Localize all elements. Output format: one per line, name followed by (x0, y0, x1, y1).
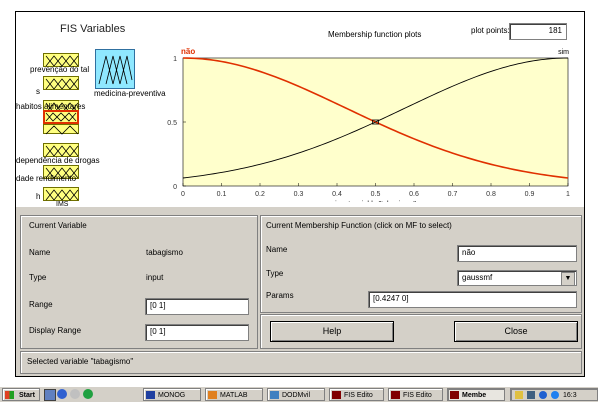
variable-type-value: input (146, 273, 164, 282)
mf-type-label: Type (266, 269, 284, 278)
fis-variables-title: FIS Variables (60, 23, 126, 35)
fis-editor-icon (391, 391, 400, 399)
help-button[interactable]: Help (270, 321, 394, 342)
x-tick-label: 0 (181, 191, 185, 198)
taskbar-item-1[interactable]: MONOG (143, 388, 201, 401)
mf-name-label: Name (266, 245, 288, 254)
start-label: Start (19, 392, 35, 399)
display-range-label: Display Range (29, 326, 82, 335)
input-variable-box-5[interactable] (43, 124, 79, 135)
tray-icon-3[interactable] (539, 391, 547, 399)
taskbar-item-2[interactable]: MATLAB (205, 388, 263, 401)
current-variable-panel: Current Variable Name tabagismo Type inp… (20, 215, 258, 349)
input-variable-label-6: dade rendimento (16, 174, 77, 183)
x-tick-label: 0.8 (486, 191, 496, 198)
quicklaunch-outlook-icon[interactable] (70, 389, 80, 399)
plot-points-input[interactable]: 181 (509, 23, 567, 40)
membership-function-editor-window: FIS Variables prevenção do tal s habitos… (15, 11, 585, 377)
taskbar-item-1-label: MONOG (158, 392, 186, 399)
word-icon (146, 391, 155, 399)
lower-area: Current Variable Name tabagismo Type inp… (16, 207, 584, 376)
browser-icon (270, 391, 279, 399)
y-tick-label: 0 (173, 184, 177, 191)
input-variable-box-2[interactable] (43, 76, 79, 90)
matlab-icon (208, 391, 217, 399)
range-label: Range (29, 300, 53, 309)
status-bar: Selected variable "tabagismo" (20, 351, 582, 374)
x-tick-label: 0.9 (525, 191, 535, 198)
input-variable-label-2: s (36, 87, 40, 96)
upper-area: FIS Variables prevenção do tal s habitos… (16, 12, 584, 208)
current-mf-header: Current Membership Function (click on MF… (266, 221, 452, 230)
input-variable-label-1: prevenção do tal (30, 65, 90, 74)
taskbar-item-4[interactable]: FIS Edito (329, 388, 384, 401)
taskbar-item-6-label: Membe (462, 392, 487, 399)
x-tick-label: 0.3 (294, 191, 304, 198)
plot-title: Membership function plots (328, 30, 422, 39)
clock: 16:3 (563, 392, 577, 399)
quicklaunch-desktop-icon[interactable] (44, 389, 56, 401)
range-input[interactable]: [0 1] (145, 298, 249, 315)
mf-type-select[interactable]: gaussmf ▼ (457, 270, 577, 286)
x-axis-label: input variable "tabagismo" (335, 201, 416, 202)
tray-icon-2[interactable] (527, 391, 535, 399)
input-variable-box-tabagismo-selected[interactable] (43, 110, 79, 124)
y-tick-label: 1 (173, 56, 177, 63)
membership-editor-icon (450, 391, 459, 399)
output-variable-box[interactable] (95, 49, 135, 89)
start-button[interactable]: Start (2, 388, 40, 401)
status-text: Selected variable "tabagismo" (27, 357, 134, 366)
taskbar: Start MONOG MATLAB DODMvil FIS Edito FIS… (0, 386, 598, 402)
x-tick-label: 0.5 (371, 191, 381, 198)
name-label: Name (29, 248, 51, 257)
x-tick-label: 0.4 (332, 191, 342, 198)
display-range-input[interactable]: [0 1] (145, 324, 249, 341)
taskbar-item-2-label: MATLAB (220, 392, 248, 399)
x-tick-label: 0.1 (217, 191, 227, 198)
taskbar-item-5-label: FIS Edito (403, 392, 432, 399)
taskbar-item-3[interactable]: DODMvil (267, 388, 325, 401)
windows-logo-icon (5, 391, 14, 399)
quicklaunch-media-icon[interactable] (83, 389, 93, 399)
close-button[interactable]: Close (454, 321, 578, 342)
quicklaunch-browser-icon[interactable] (57, 389, 67, 399)
params-input[interactable]: [0.4247 0] (368, 291, 577, 308)
output-variable-label: medicina-preventiva (94, 89, 166, 98)
membership-function-plot[interactable]: 0 0.1 0.2 0.3 0.4 0.5 0.6 0.7 0.8 0.9 1 0 0.5 1 não sim… (161, 42, 581, 202)
current-membership-function-panel: Current Membership Function (click on MF… (260, 215, 582, 313)
current-variable-header: Current Variable (29, 221, 87, 230)
tray-icon-4[interactable] (551, 391, 559, 399)
mf-type-value: gaussmf (462, 273, 493, 282)
y-tick-label: 0.5 (167, 120, 177, 127)
x-tick-label: 0.2 (255, 191, 265, 198)
input-variable-box-8[interactable] (43, 187, 79, 201)
system-tray: 16:3 (510, 388, 598, 401)
input-variable-label-5: dependência de drogas (16, 156, 100, 165)
variable-name-value: tabagismo (146, 248, 183, 257)
taskbar-item-6-active[interactable]: Membe (447, 388, 505, 401)
output-mf-icon (98, 55, 133, 85)
tray-icon-1[interactable] (515, 391, 523, 399)
taskbar-item-5[interactable]: FIS Edito (388, 388, 443, 401)
fis-editor-icon (332, 391, 341, 399)
type-label: Type (29, 273, 47, 282)
plot-points-label: plot points: (471, 26, 510, 35)
taskbar-item-4-label: FIS Edito (344, 392, 373, 399)
input-variable-label-7: h (36, 192, 41, 201)
x-tick-label: 1 (566, 191, 570, 198)
params-label: Params (266, 291, 294, 300)
chevron-down-icon[interactable]: ▼ (561, 272, 575, 286)
x-tick-label: 0.6 (409, 191, 419, 198)
button-panel: Help Close (260, 314, 582, 349)
mf-label-right: sim (558, 49, 569, 56)
mf-name-input[interactable]: não (457, 245, 577, 262)
x-tick-label: 0.7 (448, 191, 458, 198)
mf-label-left: não (181, 47, 195, 56)
taskbar-item-3-label: DODMvil (282, 392, 310, 399)
input-variable-box-6[interactable] (43, 143, 79, 157)
